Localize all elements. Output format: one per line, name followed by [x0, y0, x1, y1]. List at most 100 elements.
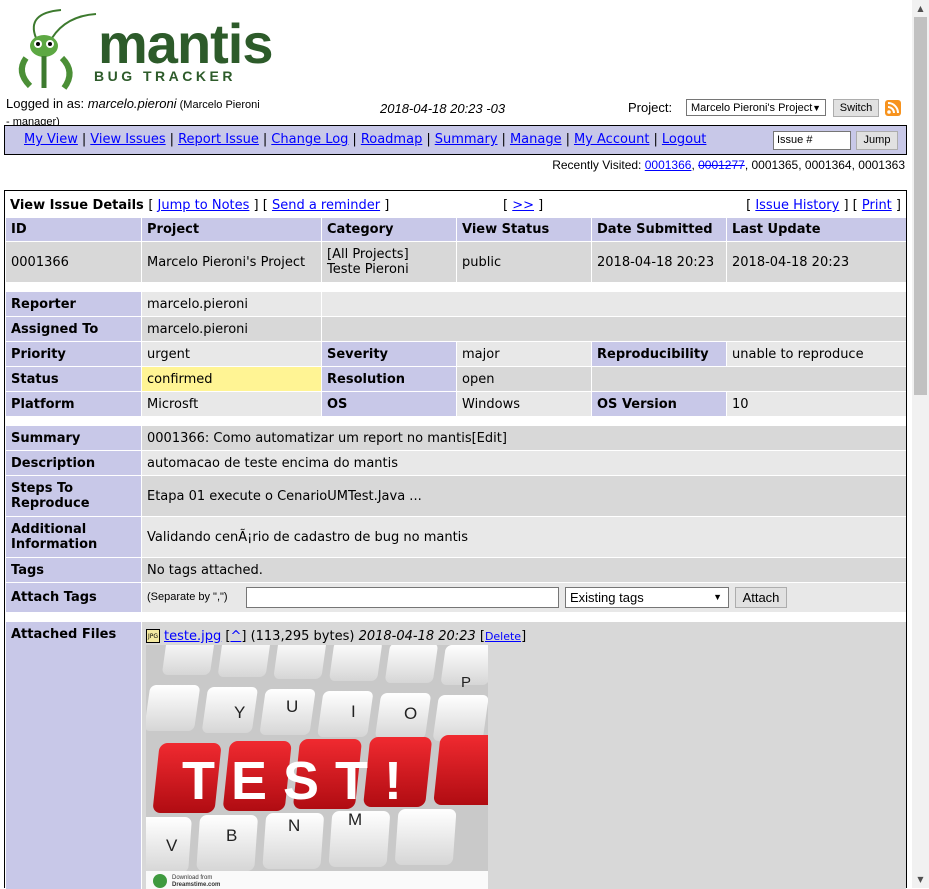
recent-issue-link-closed[interactable]: 0001277 [698, 158, 745, 172]
recent-issue-item[interactable]: 0001363 [858, 158, 905, 172]
scroll-up-arrow-icon[interactable]: ▲ [912, 0, 929, 17]
next-issue-link[interactable]: >> [512, 198, 534, 213]
issue-id: 0001366 [6, 242, 141, 282]
platform-value: Microsft [142, 392, 321, 416]
menu-links: My View | View Issues | Report Issue | Change … [24, 132, 707, 147]
attachment-size: (113,295 bytes) [250, 629, 355, 644]
additional-information-value: Validando cenÃ¡rio de cadastro de bug no… [142, 517, 906, 557]
attachment-filename-link[interactable]: teste.jpg [164, 629, 221, 644]
attachment-image-preview[interactable]: Y U I O P TEST! V B N M Download from Dr… [146, 645, 488, 889]
rss-feed-icon[interactable] [885, 100, 901, 116]
dropdown-arrow-icon: ▼ [812, 103, 821, 113]
issue-last-update: 2018-04-18 20:23 [727, 242, 906, 282]
scroll-thumb[interactable] [914, 17, 927, 395]
key-i: I [351, 702, 356, 721]
additional-information-label: Additional Information [6, 517, 141, 557]
details-actions: [ Issue History ] [ Print ] [746, 198, 901, 213]
attachment-date: 2018-04-18 20:23 [358, 629, 476, 644]
priority-label: Priority [6, 342, 141, 366]
project-label: Project: [628, 100, 673, 115]
menu-my-view[interactable]: My View [24, 132, 78, 147]
menu-roadmap[interactable]: Roadmap [361, 132, 423, 147]
issue-number-input[interactable]: Issue # [773, 131, 851, 150]
category-line2: Teste Pieroni [327, 262, 409, 277]
status-badge: confirmed [142, 367, 321, 391]
dropdown-arrow-icon: ▼ [713, 592, 722, 602]
logo-wordmark: mantis [98, 12, 273, 75]
os-value: Windows [457, 392, 591, 416]
platform-label: Platform [6, 392, 141, 416]
mantis-insect-icon [18, 9, 97, 90]
menu-logout[interactable]: Logout [662, 132, 707, 147]
logo-subtitle: BUG TRACKER [94, 68, 236, 84]
main-menu: My View | View Issues | Report Issue | Change … [4, 125, 907, 155]
existing-tags-value: Existing tags [570, 590, 644, 605]
additional-label-line2: Information [11, 537, 98, 552]
key-n: N [288, 816, 300, 835]
mantis-logo[interactable]: mantis BUG TRACKER [6, 8, 273, 90]
reproducibility-value: unable to reproduce [727, 342, 906, 366]
vertical-scrollbar[interactable]: ▲ ▼ [912, 0, 929, 888]
recent-issue-item[interactable]: 0001365 [752, 158, 799, 172]
summary-value: 0001366: Como automatizar um report no m… [142, 426, 906, 450]
key-v: V [166, 836, 178, 855]
watermark-line2: Dreamstime.com [172, 882, 220, 888]
details-title: View Issue Details [ Jump to Notes ] [ S… [10, 198, 390, 213]
reporter-label: Reporter [6, 292, 141, 316]
attachment-delete-link[interactable]: Delete [485, 630, 521, 643]
issue-project: Marcelo Pieroni's Project [142, 242, 321, 282]
attach-tag-button[interactable]: Attach [735, 587, 787, 608]
menu-manage[interactable]: Manage [510, 132, 562, 147]
key-p: P [461, 674, 471, 691]
tag-input[interactable] [246, 587, 559, 608]
recent-issue-item[interactable]: 0001364 [805, 158, 852, 172]
issue-view-status: public [457, 242, 591, 282]
test-word: TEST! [182, 751, 418, 811]
project-select[interactable]: Marcelo Pieroni's Project ▼ [686, 99, 826, 116]
issue-history-link[interactable]: Issue History [755, 198, 839, 213]
menu-summary[interactable]: Summary [435, 132, 498, 147]
menu-view-issues[interactable]: View Issues [90, 132, 165, 147]
header-last-update: Last Update [727, 218, 906, 241]
current-datetime: 2018-04-18 20:23 -03 [380, 101, 506, 116]
scroll-down-arrow-icon[interactable]: ▼ [912, 871, 929, 888]
reporter-value: marcelo.pieroni [142, 292, 321, 316]
attachment-line: JPG teste.jpg [^] (113,295 bytes) 2018-04… [146, 629, 527, 644]
resolution-value: open [457, 367, 591, 391]
assigned-to-label: Assigned To [6, 317, 141, 341]
os-label: OS [322, 392, 456, 416]
keyboard-test-image: Y U I O P TEST! V B N M Download from Dr… [146, 645, 488, 889]
recent-issue-link[interactable]: 0001366 [645, 158, 692, 172]
attach-tags-label: Attach Tags [6, 583, 141, 612]
menu-change-log[interactable]: Change Log [271, 132, 348, 147]
details-title-row: View Issue Details [ Jump to Notes ] [ S… [5, 194, 906, 216]
tags-label: Tags [6, 558, 141, 582]
watermark-line1: Download from [172, 875, 212, 881]
jump-to-notes-link[interactable]: Jump to Notes [158, 198, 250, 213]
steps-to-reproduce-value: Etapa 01 execute o CenarioUMTest.Java ..… [142, 476, 906, 516]
header-id: ID [6, 218, 141, 241]
send-reminder-link[interactable]: Send a reminder [272, 198, 380, 213]
assigned-to-value: marcelo.pieroni [142, 317, 321, 341]
login-username: marcelo.pieroni [87, 96, 177, 111]
jpg-file-icon: JPG [146, 629, 160, 643]
header-project: Project [142, 218, 321, 241]
switch-button[interactable]: Switch [833, 99, 879, 117]
issue-date-submitted: 2018-04-18 20:23 [592, 242, 726, 282]
attached-files-label: Attached Files [6, 622, 141, 889]
menu-report-issue[interactable]: Report Issue [178, 132, 259, 147]
issue-category: [All Projects] Teste Pieroni [322, 242, 456, 282]
steps-label-line1: Steps To [11, 481, 74, 496]
menu-my-account[interactable]: My Account [574, 132, 650, 147]
key-m: M [348, 810, 362, 829]
key-y: Y [234, 703, 245, 722]
issue-details-table: View Issue Details [ Jump to Notes ] [ S… [4, 190, 907, 889]
jump-button[interactable]: Jump [856, 131, 898, 150]
priority-value: urgent [142, 342, 321, 366]
key-b: B [226, 826, 237, 845]
reproducibility-label: Reproducibility [592, 342, 726, 366]
attachment-toggle-link[interactable]: ^ [230, 629, 241, 644]
print-link[interactable]: Print [862, 198, 892, 213]
existing-tags-select[interactable]: Existing tags ▼ [565, 587, 729, 608]
tags-value: No tags attached. [142, 558, 906, 582]
